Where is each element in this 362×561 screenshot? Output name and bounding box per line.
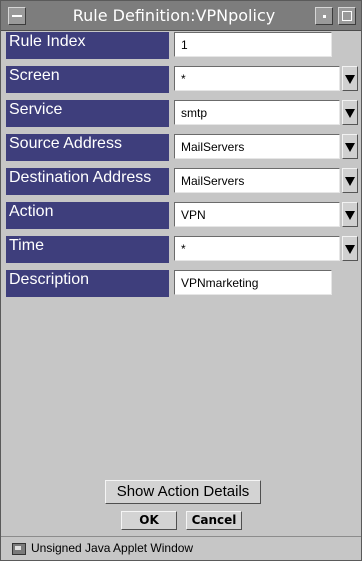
triangle-down-icon bbox=[345, 143, 355, 152]
title-bar[interactable]: Rule Definition:VPNpolicy bbox=[1, 1, 361, 31]
status-bar: Unsigned Java Applet Window bbox=[1, 536, 361, 560]
maximize-icon[interactable] bbox=[338, 7, 356, 25]
destination-address-select[interactable]: MailServers bbox=[174, 168, 340, 193]
action-label: Action bbox=[6, 202, 169, 229]
description-field[interactable]: VPNmarketing bbox=[174, 270, 332, 295]
service-select[interactable]: smtp bbox=[174, 100, 340, 125]
screen-dropdown-button[interactable] bbox=[342, 66, 358, 91]
cancel-button[interactable]: Cancel bbox=[186, 511, 242, 530]
time-label: Time bbox=[6, 236, 169, 263]
time-dropdown-button[interactable] bbox=[342, 236, 358, 261]
destination-address-dropdown-button[interactable] bbox=[342, 168, 358, 193]
source-address-dropdown-button[interactable] bbox=[342, 134, 358, 159]
triangle-down-icon bbox=[345, 109, 355, 118]
screen-select[interactable]: * bbox=[174, 66, 340, 91]
screen-label: Screen bbox=[6, 66, 169, 93]
action-dropdown-button[interactable] bbox=[342, 202, 358, 227]
triangle-down-icon bbox=[345, 177, 355, 186]
description-label: Description bbox=[6, 270, 169, 297]
ok-button[interactable]: OK bbox=[121, 511, 177, 530]
minimize-icon[interactable] bbox=[315, 7, 333, 25]
service-dropdown-button[interactable] bbox=[342, 100, 358, 125]
triangle-down-icon bbox=[345, 245, 355, 254]
rule-index-field[interactable]: 1 bbox=[174, 32, 332, 57]
time-select[interactable]: * bbox=[174, 236, 340, 261]
service-label: Service bbox=[6, 100, 169, 127]
action-select[interactable]: VPN bbox=[174, 202, 340, 227]
java-applet-icon bbox=[12, 543, 26, 555]
source-address-select[interactable]: MailServers bbox=[174, 134, 340, 159]
window-title: Rule Definition:VPNpolicy bbox=[72, 6, 276, 25]
window-menu-icon[interactable] bbox=[8, 7, 26, 25]
triangle-down-icon bbox=[345, 211, 355, 220]
applet-window: Rule Definition:VPNpolicy Rule Index 1 S… bbox=[0, 0, 362, 561]
triangle-down-icon bbox=[345, 75, 355, 84]
show-action-details-button[interactable]: Show Action Details bbox=[105, 480, 261, 504]
source-address-label: Source Address bbox=[6, 134, 169, 161]
status-text: Unsigned Java Applet Window bbox=[31, 541, 194, 555]
destination-address-label: Destination Address bbox=[6, 168, 169, 195]
rule-index-label: Rule Index bbox=[6, 32, 169, 59]
